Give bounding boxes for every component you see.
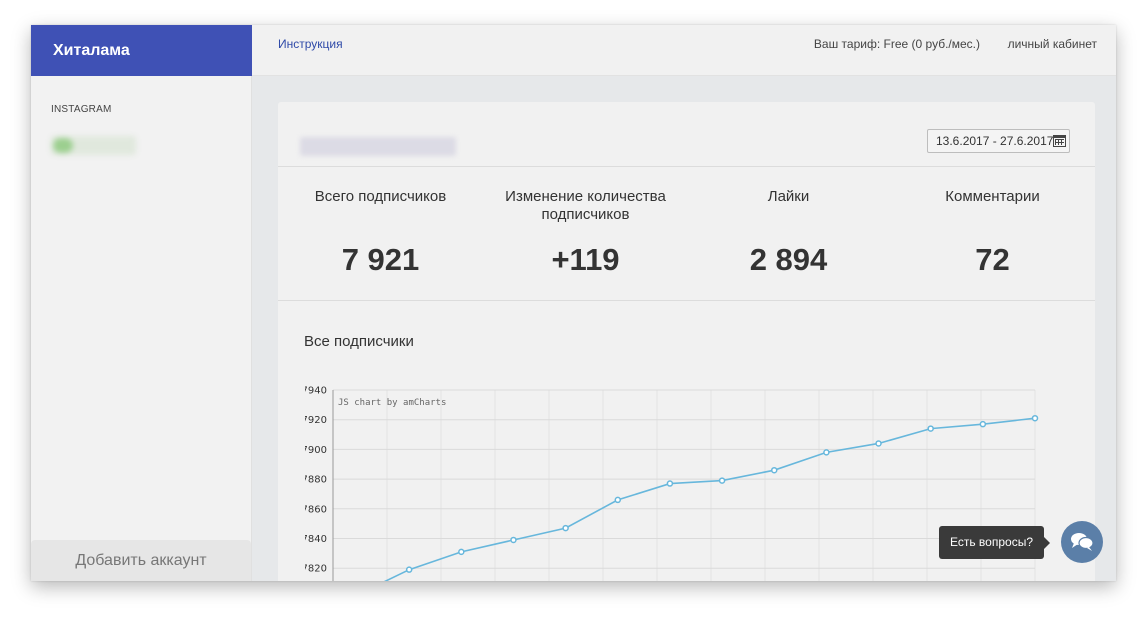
y-tick-label: 7840 — [305, 534, 327, 545]
sidebar-account-item[interactable] — [51, 136, 136, 155]
stat-likes: Лайки 2 894 — [686, 188, 891, 277]
stat-value: +119 — [551, 242, 620, 277]
app-window: Хиталама Инструкция Ваш тариф: Free (0 р… — [31, 25, 1116, 581]
chat-prompt-tooltip[interactable]: Есть вопросы? — [939, 526, 1050, 559]
chat-icon — [1071, 533, 1094, 551]
chart-data-point[interactable] — [823, 449, 830, 456]
y-tick-label: 7940 — [305, 386, 327, 397]
sidebar-section-title: INSTAGRAM — [51, 104, 112, 115]
calendar-icon[interactable] — [1053, 135, 1066, 147]
chart-title: Все подписчики — [304, 333, 414, 350]
chart-credit[interactable]: JS chart by amCharts — [338, 398, 446, 408]
add-account-button[interactable]: Добавить аккаунт — [31, 540, 251, 581]
stat-follower-change: Изменение количества подписчиков +119 — [483, 188, 688, 277]
y-tick-label: 7820 — [305, 564, 327, 575]
stat-label: Комментарии — [945, 188, 1040, 205]
tariff-link[interactable]: Ваш тариф: Free (0 руб./мес.) — [814, 37, 980, 51]
stat-label: Изменение количества подписчиков — [505, 188, 666, 223]
stats-panel: 13.6.2017 - 27.6.2017 Всего подписчиков … — [278, 102, 1095, 581]
chart-data-point[interactable] — [979, 420, 987, 428]
y-tick-label: 7900 — [305, 445, 327, 456]
y-tick-label: 7920 — [305, 415, 327, 426]
cabinet-link[interactable]: личный кабинет — [1008, 37, 1097, 51]
instruction-link[interactable]: Инструкция — [278, 37, 343, 51]
brand-logo[interactable]: Хиталама — [31, 25, 252, 76]
chart-data-point[interactable] — [405, 566, 413, 573]
stat-value: 2 894 — [749, 242, 828, 277]
chat-button[interactable] — [1061, 521, 1103, 563]
chart-data-point[interactable] — [927, 425, 934, 432]
divider — [278, 300, 1095, 301]
chart-data-point[interactable] — [770, 466, 778, 474]
stat-total-followers: Всего подписчиков 7 921 — [278, 188, 483, 277]
stat-label: Всего подписчиков — [314, 188, 447, 205]
chart-data-point[interactable] — [614, 496, 622, 504]
chart-data-point[interactable] — [1031, 414, 1039, 422]
followers-chart: 7940 7920 7900 7880 7860 7840 7820 JS chart by… — [305, 386, 1039, 581]
stat-value: 7 921 — [341, 242, 420, 277]
chart-data-point[interactable] — [458, 548, 465, 556]
sidebar: INSTAGRAM Добавить аккаунт — [31, 76, 252, 581]
stat-label: Лайки — [767, 188, 810, 205]
date-range-picker[interactable]: 13.6.2017 - 27.6.2017 — [927, 129, 1070, 153]
stat-value: 72 — [975, 242, 1010, 277]
top-bar: Инструкция Ваш тариф: Free (0 руб./мес.)… — [252, 25, 1116, 76]
chart-data-point[interactable] — [875, 440, 882, 447]
account-name — [300, 137, 456, 156]
divider — [278, 166, 1095, 167]
chart-data-point[interactable] — [510, 536, 517, 544]
chart-data-point[interactable] — [666, 480, 674, 487]
y-tick-label: 7880 — [305, 475, 327, 486]
series-line — [383, 417, 1036, 581]
stat-comments: Комментарии 72 — [890, 188, 1095, 277]
date-range-text: 13.6.2017 - 27.6.2017 — [936, 134, 1054, 148]
y-tick-label: 7860 — [305, 504, 327, 515]
chart-data-point[interactable] — [718, 477, 726, 484]
chart-data-point[interactable] — [562, 524, 569, 532]
